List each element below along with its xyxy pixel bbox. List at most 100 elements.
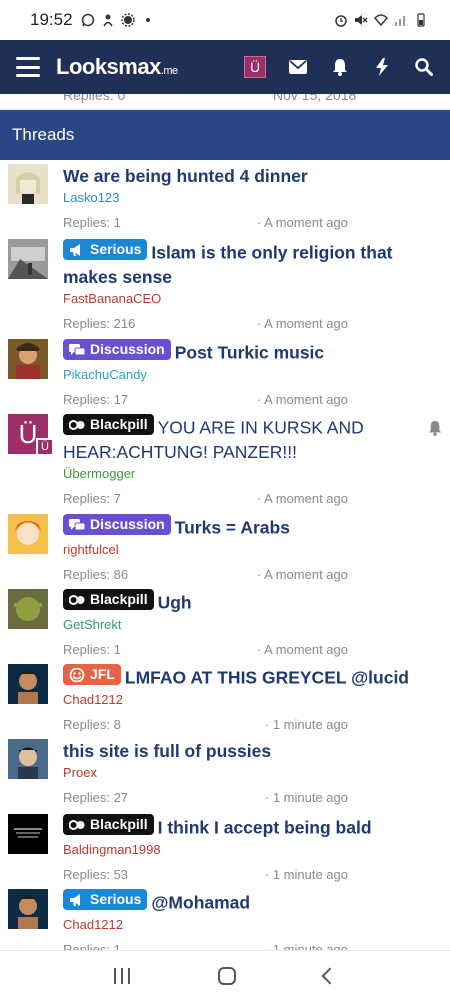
blackpill-icon xyxy=(69,819,85,830)
thread-author[interactable]: PikachuCandy xyxy=(63,367,440,382)
prefix-label: Blackpill xyxy=(90,416,148,432)
thread-author[interactable]: Übermogger xyxy=(63,466,440,481)
watched-bell-icon[interactable] xyxy=(428,420,442,436)
thread-row[interactable]: Blackpill Ugh GetShrekt Replies: 1 · A momen… xyxy=(0,585,450,660)
recent-apps-icon[interactable] xyxy=(114,967,130,984)
thread-last-activity[interactable]: · A moment ago xyxy=(257,491,348,506)
thread-meta: Replies: 8 · 1 minute ago xyxy=(63,717,440,732)
inbox-icon[interactable] xyxy=(288,57,308,77)
thread-replies: Replies: 7 xyxy=(63,490,121,506)
prefix-label: Discussion xyxy=(90,341,165,357)
thread-row[interactable]: Discussion Post Turkic music PikachuCandy R… xyxy=(0,335,450,410)
thread-prefix-badge[interactable]: Serious xyxy=(63,889,148,910)
thread-author[interactable]: FastBananaCEO xyxy=(63,291,440,306)
gear-icon xyxy=(120,13,135,27)
thread-row[interactable]: Ü Ü Blackpill YOU ARE IN KURSK AND HEAR:ACH… xyxy=(0,410,450,510)
thread-last-activity[interactable]: · A moment ago xyxy=(257,392,348,407)
thread-last-activity[interactable]: · A moment ago xyxy=(257,642,348,657)
previous-list-row: Replies: 0 Nov 15, 2018 xyxy=(0,94,450,110)
thread-author-avatar[interactable] xyxy=(8,889,48,929)
thread-author-avatar[interactable]: ÜÜ xyxy=(8,414,54,456)
thread-title[interactable]: JFL LMFAO AT THIS GREYCEL @lucid xyxy=(63,664,440,690)
thread-title-text[interactable]: I think I accept being bald xyxy=(158,818,372,838)
thread-title-text[interactable]: @Mohamad xyxy=(151,893,250,913)
lightning-icon[interactable] xyxy=(372,57,392,77)
whatsapp-icon xyxy=(81,13,94,27)
menu-icon[interactable] xyxy=(16,57,40,77)
prev-replies: Replies: 0 xyxy=(63,94,126,103)
thread-last-activity[interactable]: · A moment ago xyxy=(257,316,348,331)
thread-title-text[interactable]: LMFAO AT THIS GREYCEL @lucid xyxy=(125,668,409,688)
thread-title-text[interactable]: Post Turkic music xyxy=(175,343,324,363)
thread-row[interactable]: Discussion Turks = Arabs rightfulcel Replie… xyxy=(0,510,450,585)
prev-date: Nov 15, 2018 xyxy=(273,94,357,103)
thread-last-activity[interactable]: · 1 minute ago xyxy=(265,717,348,732)
thread-title[interactable]: this site is full of pussies xyxy=(63,739,440,763)
jfl-icon xyxy=(69,667,85,682)
avatar-letter-small: Ü xyxy=(41,441,49,453)
thread-title[interactable]: Discussion Post Turkic music xyxy=(63,339,440,365)
thread-author-avatar[interactable] xyxy=(8,164,48,204)
user-avatar-button[interactable]: Ü xyxy=(244,56,266,78)
thread-last-activity[interactable]: · 1 minute ago xyxy=(265,942,348,951)
site-logo[interactable]: Looksmax.me xyxy=(56,54,178,80)
back-icon[interactable] xyxy=(321,967,339,984)
thread-replies: Replies: 86 xyxy=(63,566,129,582)
thread-title[interactable]: Discussion Turks = Arabs xyxy=(63,514,440,540)
thread-row[interactable]: Serious @Mohamad Chad1212 Replies: 1 · 1 min… xyxy=(0,885,450,950)
thread-author[interactable]: GetShrekt xyxy=(63,617,440,632)
prefix-label: Serious xyxy=(90,241,142,257)
thread-meta: Replies: 86 · A moment ago xyxy=(63,567,440,582)
thread-author[interactable]: Proex xyxy=(63,765,440,780)
thread-title[interactable]: Serious @Mohamad xyxy=(63,889,440,915)
thread-row[interactable]: Blackpill I think I accept being bald Bald… xyxy=(0,810,450,885)
thread-prefix-badge[interactable]: Discussion xyxy=(63,514,171,535)
thread-title-text[interactable]: Ugh xyxy=(158,593,192,613)
thread-last-activity[interactable]: · 1 minute ago xyxy=(265,867,348,882)
thread-prefix-badge[interactable]: JFL xyxy=(63,664,121,685)
thread-title[interactable]: Blackpill I think I accept being bald xyxy=(63,814,440,840)
thread-author[interactable]: rightfulcel xyxy=(63,542,440,557)
thread-last-activity[interactable]: · A moment ago xyxy=(257,567,348,582)
thread-replies: Replies: 1 xyxy=(63,941,121,951)
thread-author-avatar[interactable] xyxy=(8,239,48,279)
thread-author[interactable]: Lasko123 xyxy=(63,190,440,205)
signal-icon xyxy=(395,16,405,26)
thread-author[interactable]: Baldingman1998 xyxy=(63,842,440,857)
thread-prefix-badge[interactable]: Blackpill xyxy=(63,414,154,435)
thread-title-text[interactable]: Turks = Arabs xyxy=(175,518,290,538)
thread-title[interactable]: Blackpill Ugh xyxy=(63,589,440,615)
thread-meta: Replies: 1 · A moment ago xyxy=(63,215,440,230)
thread-row[interactable]: JFL LMFAO AT THIS GREYCEL @lucid Chad1212 R… xyxy=(0,660,450,735)
thread-author-avatar[interactable] xyxy=(8,514,48,554)
thread-row[interactable]: Serious Islam is the only religion that m… xyxy=(0,235,450,335)
thread-title[interactable]: We are being hunted 4 dinner xyxy=(63,164,440,188)
thread-row[interactable]: We are being hunted 4 dinner Lasko123 Repl… xyxy=(0,160,450,235)
thread-prefix-badge[interactable]: Serious xyxy=(63,239,148,260)
thread-row[interactable]: this site is full of pussies Proex Replies… xyxy=(0,735,450,810)
thread-author-avatar[interactable] xyxy=(8,589,48,629)
prefix-label: JFL xyxy=(90,666,115,682)
thread-author[interactable]: Chad1212 xyxy=(63,692,440,707)
thread-last-activity[interactable]: · 1 minute ago xyxy=(265,790,348,805)
thread-author-avatar[interactable] xyxy=(8,814,48,854)
thread-title-text[interactable]: We are being hunted 4 dinner xyxy=(63,166,308,186)
thread-meta: Replies: 1 · A moment ago xyxy=(63,642,440,657)
thread-author-avatar[interactable] xyxy=(8,664,48,704)
alarm-icon xyxy=(335,15,347,27)
search-icon[interactable] xyxy=(414,57,434,77)
thread-prefix-badge[interactable]: Blackpill xyxy=(63,589,154,610)
thread-prefix-badge[interactable]: Blackpill xyxy=(63,814,154,835)
blackpill-icon xyxy=(69,419,85,430)
thread-title[interactable]: Serious Islam is the only religion that m… xyxy=(63,239,440,289)
thread-prefix-badge[interactable]: Discussion xyxy=(63,339,171,360)
thread-author[interactable]: Chad1212 xyxy=(63,917,440,932)
bell-icon[interactable] xyxy=(330,57,350,77)
thread-author-avatar[interactable] xyxy=(8,339,48,379)
thread-author-avatar[interactable] xyxy=(8,739,48,779)
thread-last-activity[interactable]: · A moment ago xyxy=(257,215,348,230)
thread-title-text[interactable]: this site is full of pussies xyxy=(63,741,271,761)
thread-title[interactable]: Blackpill YOU ARE IN KURSK AND HEAR:ACHTU… xyxy=(63,414,440,464)
thread-replies: Replies: 1 xyxy=(63,215,121,230)
home-icon[interactable] xyxy=(218,966,236,985)
